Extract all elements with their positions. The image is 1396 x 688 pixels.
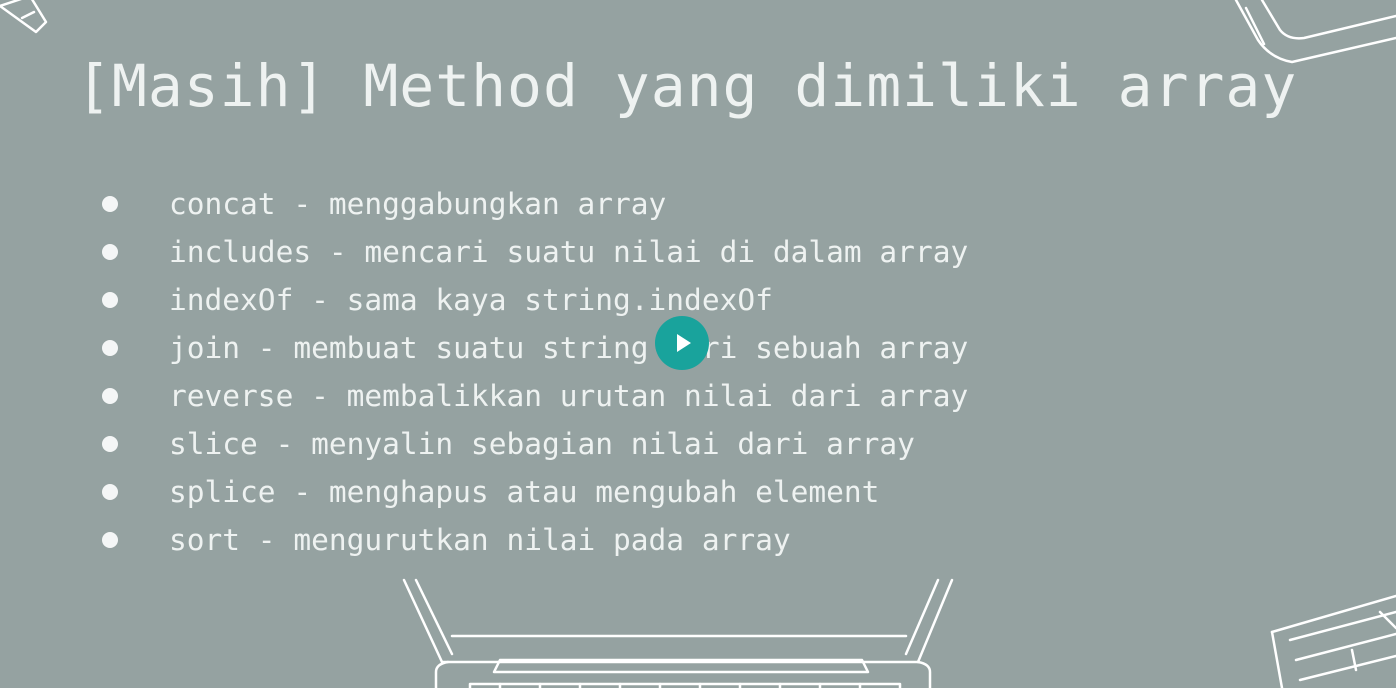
- bullet-icon: [102, 292, 118, 308]
- list-item-text: sort - mengurutkan nilai pada array: [169, 523, 791, 557]
- bullet-icon: [102, 244, 118, 260]
- bullet-icon: [102, 484, 118, 500]
- list-item-text: slice - menyalin sebagian nilai dari arr…: [169, 427, 915, 461]
- list-item-text: includes - mencari suatu nilai di dalam …: [169, 235, 969, 269]
- bullet-icon: [102, 340, 118, 356]
- play-button[interactable]: [655, 316, 709, 370]
- list-item-text: concat - menggabungkan array: [169, 187, 667, 221]
- list-item-text: indexOf - sama kaya string.indexOf: [169, 283, 773, 317]
- list-item-slice: slice - menyalin sebagian nilai dari arr…: [100, 420, 968, 468]
- list-item-indexof: indexOf - sama kaya string.indexOf: [100, 276, 968, 324]
- slide-title: [Masih] Method yang dimiliki array: [76, 52, 1298, 120]
- keyboard-sketch-icon: [1270, 594, 1396, 688]
- list-item-sort: sort - mengurutkan nilai pada array: [100, 516, 968, 564]
- laptop-sketch-icon: [402, 578, 954, 688]
- pencil-sketch-icon: [0, 0, 48, 34]
- method-list: concat - menggabungkan array includes - …: [100, 180, 968, 564]
- play-icon: [677, 334, 691, 352]
- list-item-text: join - membuat suatu string dari sebuah …: [169, 331, 969, 365]
- bullet-icon: [102, 532, 118, 548]
- bullet-icon: [102, 388, 118, 404]
- bullet-icon: [102, 196, 118, 212]
- list-item-text: reverse - membalikkan urutan nilai dari …: [169, 379, 969, 413]
- video-slide: [Masih] Method yang dimiliki array conca…: [0, 0, 1396, 688]
- list-item-text: splice - menghapus atau mengubah element: [169, 475, 880, 509]
- bullet-icon: [102, 436, 118, 452]
- list-item-splice: splice - menghapus atau mengubah element: [100, 468, 968, 516]
- list-item-concat: concat - menggabungkan array: [100, 180, 968, 228]
- list-item-includes: includes - mencari suatu nilai di dalam …: [100, 228, 968, 276]
- list-item-reverse: reverse - membalikkan urutan nilai dari …: [100, 372, 968, 420]
- list-item-join: join - membuat suatu string dari sebuah …: [100, 324, 968, 372]
